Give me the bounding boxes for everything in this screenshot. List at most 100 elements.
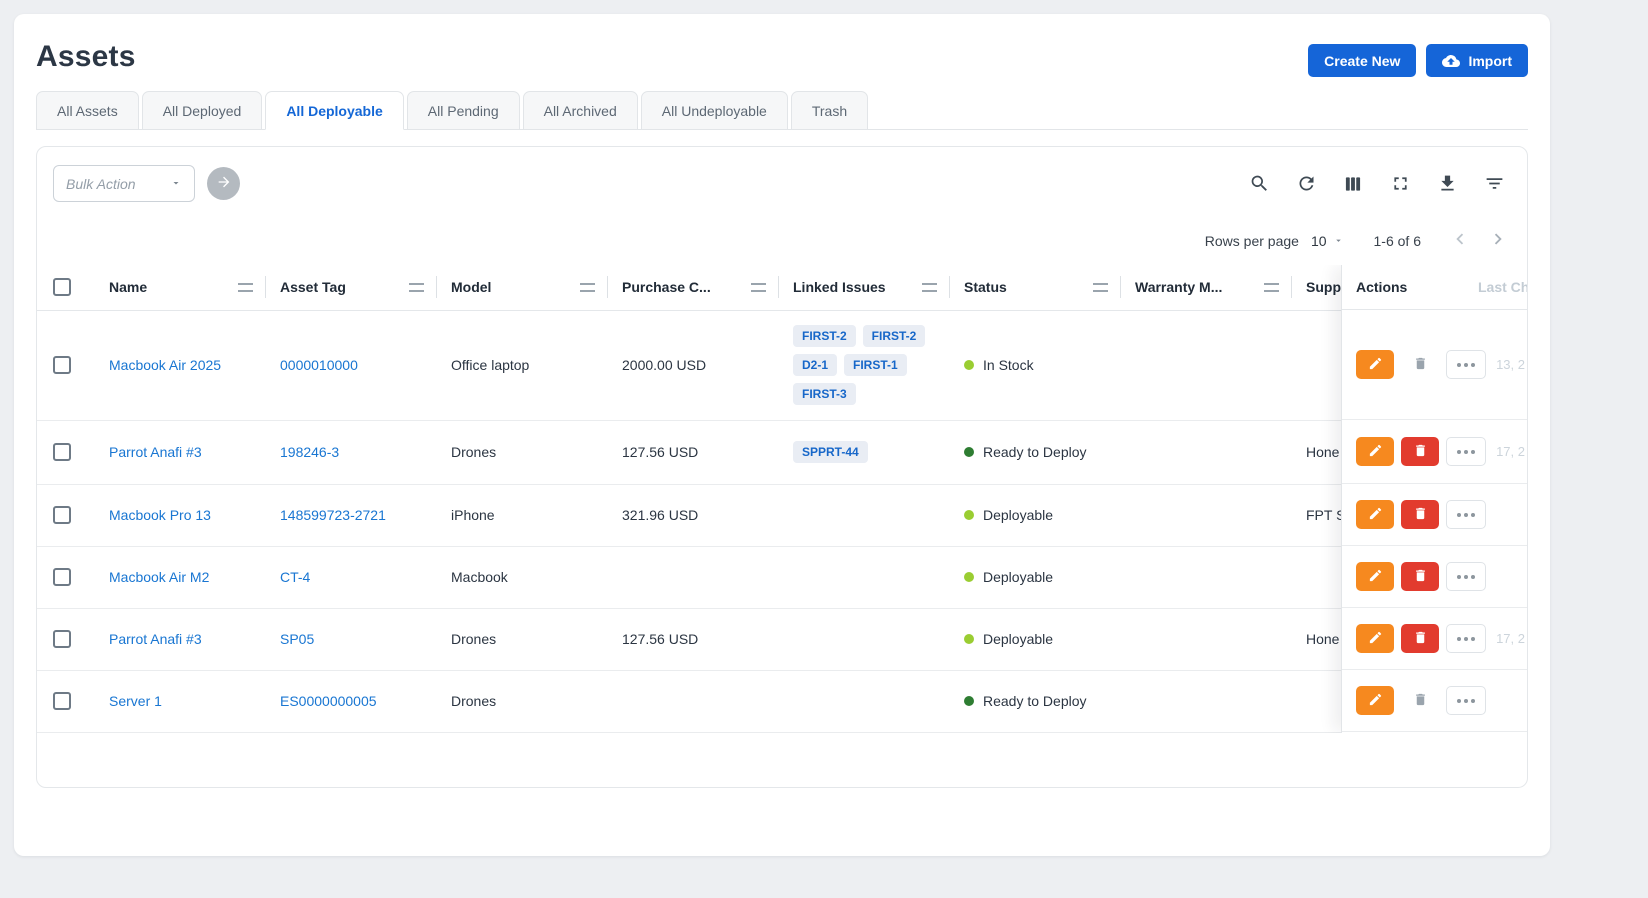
edit-button[interactable] (1356, 437, 1394, 466)
column-header-asset-tag[interactable]: Asset Tag (280, 265, 451, 310)
delete-button[interactable] (1401, 437, 1439, 466)
filter-button[interactable] (1483, 173, 1505, 195)
column-header-status[interactable]: Status (964, 265, 1135, 310)
tab-all-assets[interactable]: All Assets (36, 91, 139, 130)
edit-button[interactable] (1356, 500, 1394, 529)
tab-all-undeployable[interactable]: All Undeployable (641, 91, 788, 130)
row-checkbox[interactable] (53, 692, 71, 710)
column-menu-icon[interactable] (238, 283, 253, 292)
delete-button[interactable] (1401, 624, 1439, 653)
status-cell: Deployable (964, 569, 1121, 585)
ellipsis-icon (1457, 363, 1461, 367)
search-button[interactable] (1248, 173, 1270, 195)
delete-button-disabled (1401, 686, 1439, 715)
select-all-checkbox[interactable] (53, 278, 71, 296)
tab-all-deployed[interactable]: All Deployed (142, 91, 263, 130)
column-menu-icon[interactable] (922, 283, 937, 292)
asset-tag-link[interactable]: 198246-3 (280, 444, 339, 460)
asset-tag-link[interactable]: SP05 (280, 631, 314, 647)
status-dot (964, 634, 974, 644)
purchase-cost-cell: 127.56 USD (622, 444, 698, 460)
column-header-linked-issues[interactable]: Linked Issues (793, 265, 964, 310)
rows-per-page-select[interactable]: 10 (1311, 233, 1344, 249)
next-page-button[interactable] (1487, 228, 1509, 253)
model-cell: iPhone (451, 507, 495, 523)
row-checkbox[interactable] (53, 630, 71, 648)
asset-tag-link[interactable]: 0000010000 (280, 357, 358, 373)
asset-name-link[interactable]: Macbook Air M2 (109, 569, 209, 585)
asset-name-link[interactable]: Parrot Anafi #3 (109, 444, 202, 460)
row-actions (1342, 670, 1527, 732)
asset-name-link[interactable]: Parrot Anafi #3 (109, 631, 202, 647)
tab-trash[interactable]: Trash (791, 91, 868, 130)
bulk-action-submit-button[interactable] (207, 167, 240, 200)
more-actions-button[interactable] (1446, 686, 1486, 715)
column-menu-icon[interactable] (1093, 283, 1108, 292)
filter-icon (1484, 173, 1505, 194)
row-actions (1342, 546, 1527, 608)
asset-tag-link[interactable]: CT-4 (280, 569, 310, 585)
download-button[interactable] (1436, 173, 1458, 195)
asset-tag-link[interactable]: ES0000000005 (280, 693, 377, 709)
row-checkbox[interactable] (53, 443, 71, 461)
issue-badge[interactable]: SPPRT-44 (793, 441, 868, 463)
column-menu-icon[interactable] (580, 283, 595, 292)
edit-button[interactable] (1356, 624, 1394, 653)
import-button[interactable]: Import (1426, 44, 1528, 77)
row-checkbox[interactable] (53, 356, 71, 374)
ellipsis-icon (1457, 699, 1461, 703)
purchase-cost-cell: 321.96 USD (622, 507, 698, 523)
rows-per-page-label: Rows per page (1205, 233, 1299, 249)
asset-name-link[interactable]: Macbook Air 2025 (109, 357, 221, 373)
more-actions-button[interactable] (1446, 437, 1486, 466)
previous-page-button[interactable] (1449, 228, 1471, 253)
issue-badge[interactable]: FIRST-2 (793, 325, 856, 347)
more-actions-button[interactable] (1446, 350, 1486, 379)
pagination-range: 1-6 of 6 (1374, 233, 1421, 249)
pagination-bar: Rows per page 10 1-6 of 6 (37, 228, 1527, 253)
more-actions-button[interactable] (1446, 500, 1486, 529)
status-dot (964, 572, 974, 582)
tab-all-archived[interactable]: All Archived (523, 91, 638, 130)
asset-name-link[interactable]: Server 1 (109, 693, 162, 709)
last-checkin-ghost-value: 17, 2 (1496, 631, 1525, 646)
issue-badge[interactable]: FIRST-2 (863, 325, 926, 347)
last-checkin-ghost-value: 17, 2 (1496, 444, 1525, 459)
edit-button[interactable] (1356, 562, 1394, 591)
column-header-warranty[interactable]: Warranty M... (1135, 265, 1306, 310)
row-checkbox[interactable] (53, 568, 71, 586)
more-actions-button[interactable] (1446, 562, 1486, 591)
refresh-button[interactable] (1295, 173, 1317, 195)
asset-name-link[interactable]: Macbook Pro 13 (109, 507, 211, 523)
more-actions-button[interactable] (1446, 624, 1486, 653)
issue-badge[interactable]: D2-1 (793, 354, 837, 376)
tabs: All Assets All Deployed All Deployable A… (36, 91, 1528, 130)
actions-pinned-column: Actions Last Che... 13, 2 17, 2 (1341, 265, 1527, 733)
edit-button[interactable] (1356, 350, 1394, 379)
edit-button[interactable] (1356, 686, 1394, 715)
row-actions: 13, 2 (1342, 310, 1527, 420)
create-new-button[interactable]: Create New (1308, 44, 1416, 77)
tab-all-pending[interactable]: All Pending (407, 91, 520, 130)
tab-all-deployable[interactable]: All Deployable (265, 91, 403, 130)
column-header-purchase-cost[interactable]: Purchase C... (622, 265, 793, 310)
table-row: Macbook Air 2025 0000010000 Office lapto… (37, 310, 1527, 420)
column-menu-icon[interactable] (409, 283, 424, 292)
issue-badge[interactable]: FIRST-3 (793, 383, 856, 405)
fullscreen-button[interactable] (1389, 173, 1411, 195)
column-label: Status (964, 279, 1007, 295)
delete-button[interactable] (1401, 500, 1439, 529)
column-menu-icon[interactable] (751, 283, 766, 292)
column-separator (778, 276, 779, 298)
column-menu-icon[interactable] (1264, 283, 1279, 292)
column-header-name[interactable]: Name (109, 265, 280, 310)
row-checkbox[interactable] (53, 506, 71, 524)
ellipsis-icon (1457, 513, 1461, 517)
columns-button[interactable] (1342, 173, 1364, 195)
issue-badge[interactable]: FIRST-1 (844, 354, 907, 376)
bulk-action-select[interactable]: Bulk Action (53, 165, 195, 202)
status-cell: Ready to Deploy (964, 444, 1121, 460)
delete-button[interactable] (1401, 562, 1439, 591)
asset-tag-link[interactable]: 148599723-2721 (280, 507, 386, 523)
column-header-model[interactable]: Model (451, 265, 622, 310)
